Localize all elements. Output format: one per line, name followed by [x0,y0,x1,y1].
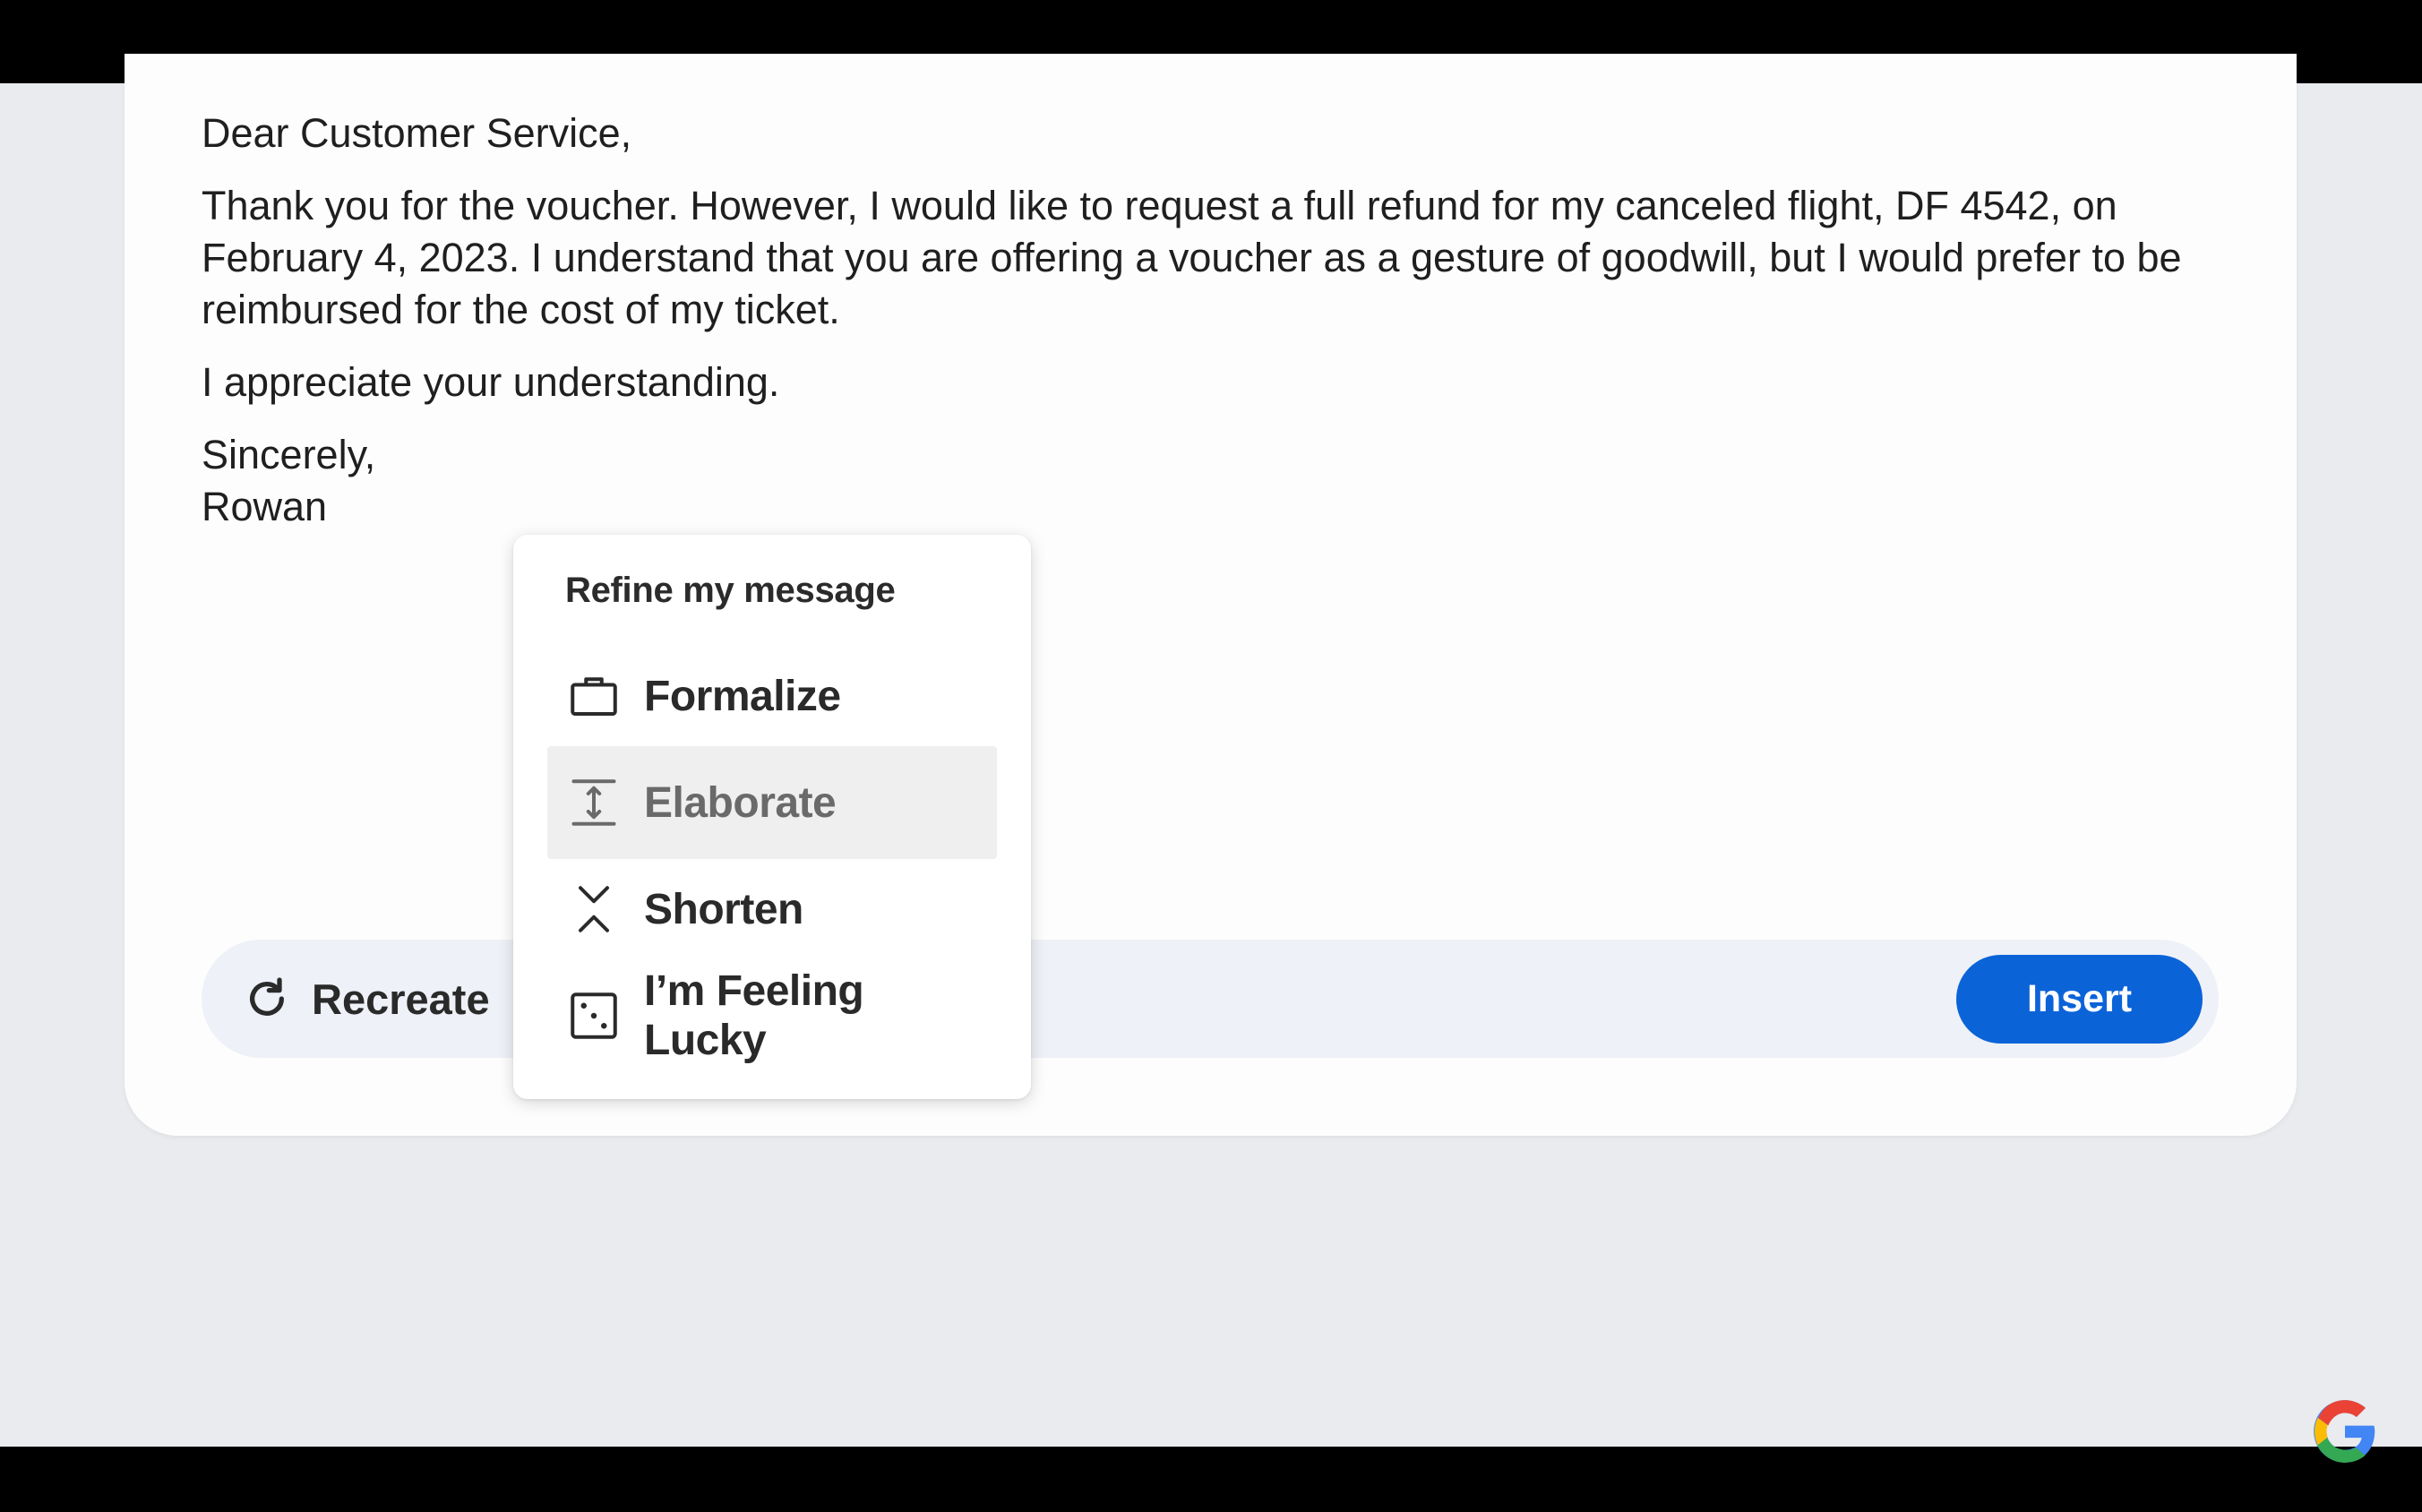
email-greeting: Dear Customer Service, [202,110,632,156]
menu-item-formalize[interactable]: Formalize [547,640,997,752]
dice-icon [567,989,621,1043]
menu-item-label: Elaborate [644,778,837,827]
recreate-label: Recreate [312,975,490,1023]
menu-item-label: I’m Feeling Lucky [644,967,864,1064]
collapse-vertical-icon [567,882,621,936]
google-g-logo [2311,1397,2379,1465]
refine-menu-title: Refine my message [565,571,896,610]
email-paragraph: Thank you for the voucher. However, I wo… [202,183,2182,332]
insert-button[interactable]: Insert [1956,955,2203,1044]
menu-item-label: Shorten [644,885,803,933]
expand-vertical-icon [567,776,621,829]
menu-item-label: Formalize [644,672,841,720]
refine-menu: Refine my message Formalize Elaborate Sh… [513,535,1031,1099]
refresh-icon [242,974,292,1024]
menu-item-shorten[interactable]: Shorten [547,853,997,966]
action-bar [202,940,2219,1058]
email-paragraph: I appreciate your understanding. [202,359,780,405]
email-closing: Sincerely, [202,432,376,477]
email-signature: Rowan [202,484,328,529]
recreate-button[interactable]: Recreate [242,967,490,1030]
letterbox-bottom [0,1447,2422,1512]
email-body[interactable]: Dear Customer Service, Thank you for the… [202,107,2226,554]
briefcase-icon [567,669,621,723]
menu-item-feeling-lucky[interactable]: I’m Feeling Lucky [547,959,997,1072]
menu-item-elaborate[interactable]: Elaborate [547,746,997,859]
